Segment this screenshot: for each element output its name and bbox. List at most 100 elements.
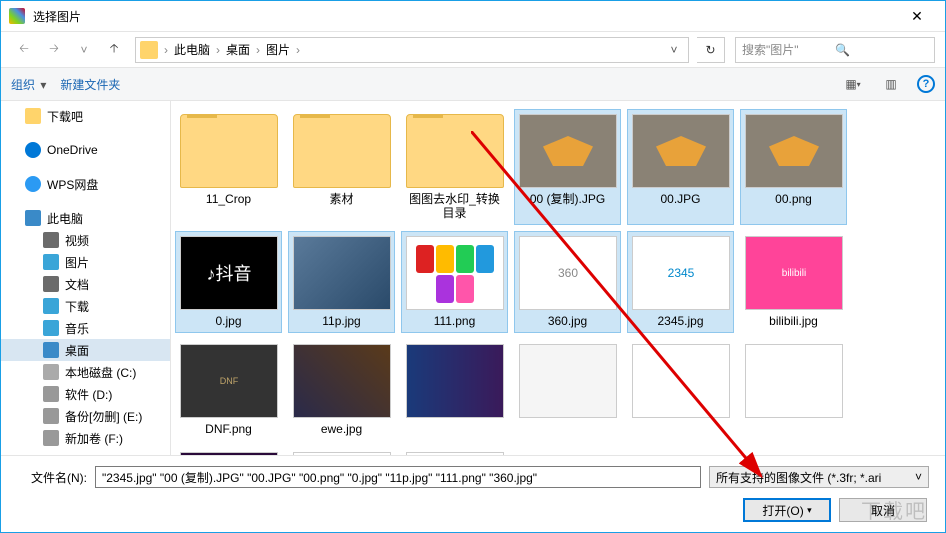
document-icon bbox=[43, 276, 59, 292]
file-item[interactable]: 23452345.jpg bbox=[627, 231, 734, 333]
thumbnail bbox=[293, 344, 391, 418]
thumbnail bbox=[406, 236, 504, 310]
file-name: 图图去水印_转换目录 bbox=[406, 192, 503, 220]
image-icon bbox=[43, 254, 59, 270]
tree-downloads[interactable]: 下载 bbox=[1, 295, 170, 317]
open-button[interactable]: 打开(O) ▾ bbox=[743, 498, 831, 522]
filename-input[interactable] bbox=[95, 466, 701, 488]
file-name: 0.jpg bbox=[180, 314, 277, 328]
file-name: 00.JPG bbox=[632, 192, 729, 206]
tree-wps[interactable]: WPS网盘 bbox=[1, 173, 170, 195]
crumb-pc[interactable]: 此电脑 bbox=[170, 39, 214, 60]
crumb-desktop[interactable]: 桌面 bbox=[222, 39, 254, 60]
tree-download-site[interactable]: 下载吧 bbox=[1, 105, 170, 127]
file-item[interactable]: 11p.jpg bbox=[288, 231, 395, 333]
nav-up[interactable]: 🡡 bbox=[101, 37, 127, 63]
download-icon bbox=[43, 298, 59, 314]
file-name: 素材 bbox=[293, 192, 390, 206]
file-item[interactable] bbox=[401, 339, 508, 441]
file-item[interactable]: ♪抖音 0.jpg bbox=[175, 231, 282, 333]
file-name: 11p.jpg bbox=[293, 314, 390, 328]
tree-drive-f[interactable]: 新加卷 (F:) bbox=[1, 427, 170, 449]
folder-icon bbox=[25, 108, 41, 124]
cancel-button[interactable]: 取消 bbox=[839, 498, 927, 522]
filename-label: 文件名(N): bbox=[17, 469, 87, 486]
thumbnail: 360 bbox=[519, 236, 617, 310]
tree-desktop[interactable]: 桌面 bbox=[1, 339, 170, 361]
chevron-right-icon: › bbox=[164, 43, 168, 57]
file-item[interactable]: 00 (复制).JPG bbox=[514, 109, 621, 225]
crumb-images[interactable]: 图片 bbox=[262, 39, 294, 60]
search-icon: 🔍 bbox=[835, 43, 928, 57]
file-item[interactable]: 🐧QQ bbox=[401, 447, 508, 455]
thumbnail bbox=[745, 114, 843, 188]
file-item[interactable] bbox=[740, 339, 847, 441]
file-item[interactable] bbox=[514, 339, 621, 441]
file-item[interactable] bbox=[627, 339, 734, 441]
tree-drive-c[interactable]: 本地磁盘 (C:) bbox=[1, 361, 170, 383]
nav-forward: 🡢 bbox=[41, 37, 67, 63]
file-item[interactable] bbox=[175, 447, 282, 455]
file-item[interactable]: 111.png bbox=[401, 231, 508, 333]
close-button[interactable]: ✕ bbox=[897, 1, 937, 31]
nav-back[interactable]: 🡠 bbox=[11, 37, 37, 63]
thumbnail bbox=[632, 114, 730, 188]
search-input[interactable]: 搜索"图片" 🔍 bbox=[735, 37, 935, 63]
pc-icon bbox=[25, 210, 41, 226]
file-item[interactable]: DNF DNF.png bbox=[175, 339, 282, 441]
nav-recent-dropdown[interactable]: ˅ bbox=[71, 37, 97, 63]
file-item[interactable]: bilibilibilibili.jpg bbox=[740, 231, 847, 333]
file-item[interactable]: 00.JPG bbox=[627, 109, 734, 225]
thumbnail: 2345 bbox=[632, 236, 730, 310]
search-placeholder: 搜索"图片" bbox=[742, 41, 835, 58]
thumbnail: ♪抖音 bbox=[180, 236, 278, 310]
chevron-right-icon: › bbox=[296, 43, 300, 57]
desktop-icon bbox=[43, 342, 59, 358]
file-list[interactable]: 11_Crop 素材 图图去水印_转换目录 00 (复制).JPG 00.JPG 00.p… bbox=[171, 101, 945, 455]
thumbnail bbox=[519, 344, 617, 418]
chevron-right-icon: › bbox=[256, 43, 260, 57]
onedrive-icon bbox=[25, 142, 41, 158]
drive-icon bbox=[43, 364, 59, 380]
cloud-icon bbox=[25, 176, 41, 192]
tree-documents[interactable]: 文档 bbox=[1, 273, 170, 295]
file-item[interactable]: 00.png bbox=[740, 109, 847, 225]
file-name: DNF.png bbox=[180, 422, 277, 436]
video-icon bbox=[43, 232, 59, 248]
file-item[interactable]: 素材 bbox=[288, 109, 395, 225]
tree-this-pc[interactable]: 此电脑 bbox=[1, 207, 170, 229]
organize-menu[interactable]: 组织 ▾ bbox=[11, 76, 46, 93]
split-dropdown-icon: ▾ bbox=[807, 505, 812, 516]
tree-drive-d[interactable]: 软件 (D:) bbox=[1, 383, 170, 405]
file-name: 00 (复制).JPG bbox=[519, 192, 616, 206]
tree-videos[interactable]: 视频 bbox=[1, 229, 170, 251]
file-name: 00.png bbox=[745, 192, 842, 206]
view-options[interactable]: ▦ ▾ bbox=[841, 72, 865, 96]
address-bar[interactable]: › 此电脑 › 桌面 › 图片 › ˅ bbox=[135, 37, 689, 63]
help-button[interactable]: ? bbox=[917, 75, 935, 93]
music-icon bbox=[43, 320, 59, 336]
file-item[interactable]: 🐧QQ bbox=[288, 447, 395, 455]
thumbnail bbox=[180, 114, 278, 188]
file-name: ewe.jpg bbox=[293, 422, 390, 436]
file-item[interactable]: 11_Crop bbox=[175, 109, 282, 225]
tree-onedrive[interactable]: OneDrive bbox=[1, 139, 170, 161]
file-item[interactable]: 图图去水印_转换目录 bbox=[401, 109, 508, 225]
tree-drive-e[interactable]: 备份[勿删] (E:) bbox=[1, 405, 170, 427]
thumbnail: DNF bbox=[180, 344, 278, 418]
drive-icon bbox=[43, 408, 59, 424]
chevron-right-icon: › bbox=[216, 43, 220, 57]
tree-pictures[interactable]: 图片 bbox=[1, 251, 170, 273]
new-folder-button[interactable]: 新建文件夹 bbox=[60, 76, 120, 93]
preview-pane-toggle[interactable]: ▥ bbox=[879, 72, 903, 96]
thumbnail: bilibili bbox=[745, 236, 843, 310]
thumbnail bbox=[293, 236, 391, 310]
file-item[interactable]: ewe.jpg bbox=[288, 339, 395, 441]
file-item[interactable]: 360 360.jpg bbox=[514, 231, 621, 333]
address-dropdown[interactable]: ˅ bbox=[664, 43, 684, 57]
filetype-select[interactable]: 所有支持的图像文件 (*.3fr; *.ari˅ bbox=[709, 466, 929, 488]
tree-music[interactable]: 音乐 bbox=[1, 317, 170, 339]
file-name: 360.jpg bbox=[519, 314, 616, 328]
thumbnail bbox=[745, 344, 843, 418]
refresh-button[interactable]: ↻ bbox=[697, 37, 725, 63]
